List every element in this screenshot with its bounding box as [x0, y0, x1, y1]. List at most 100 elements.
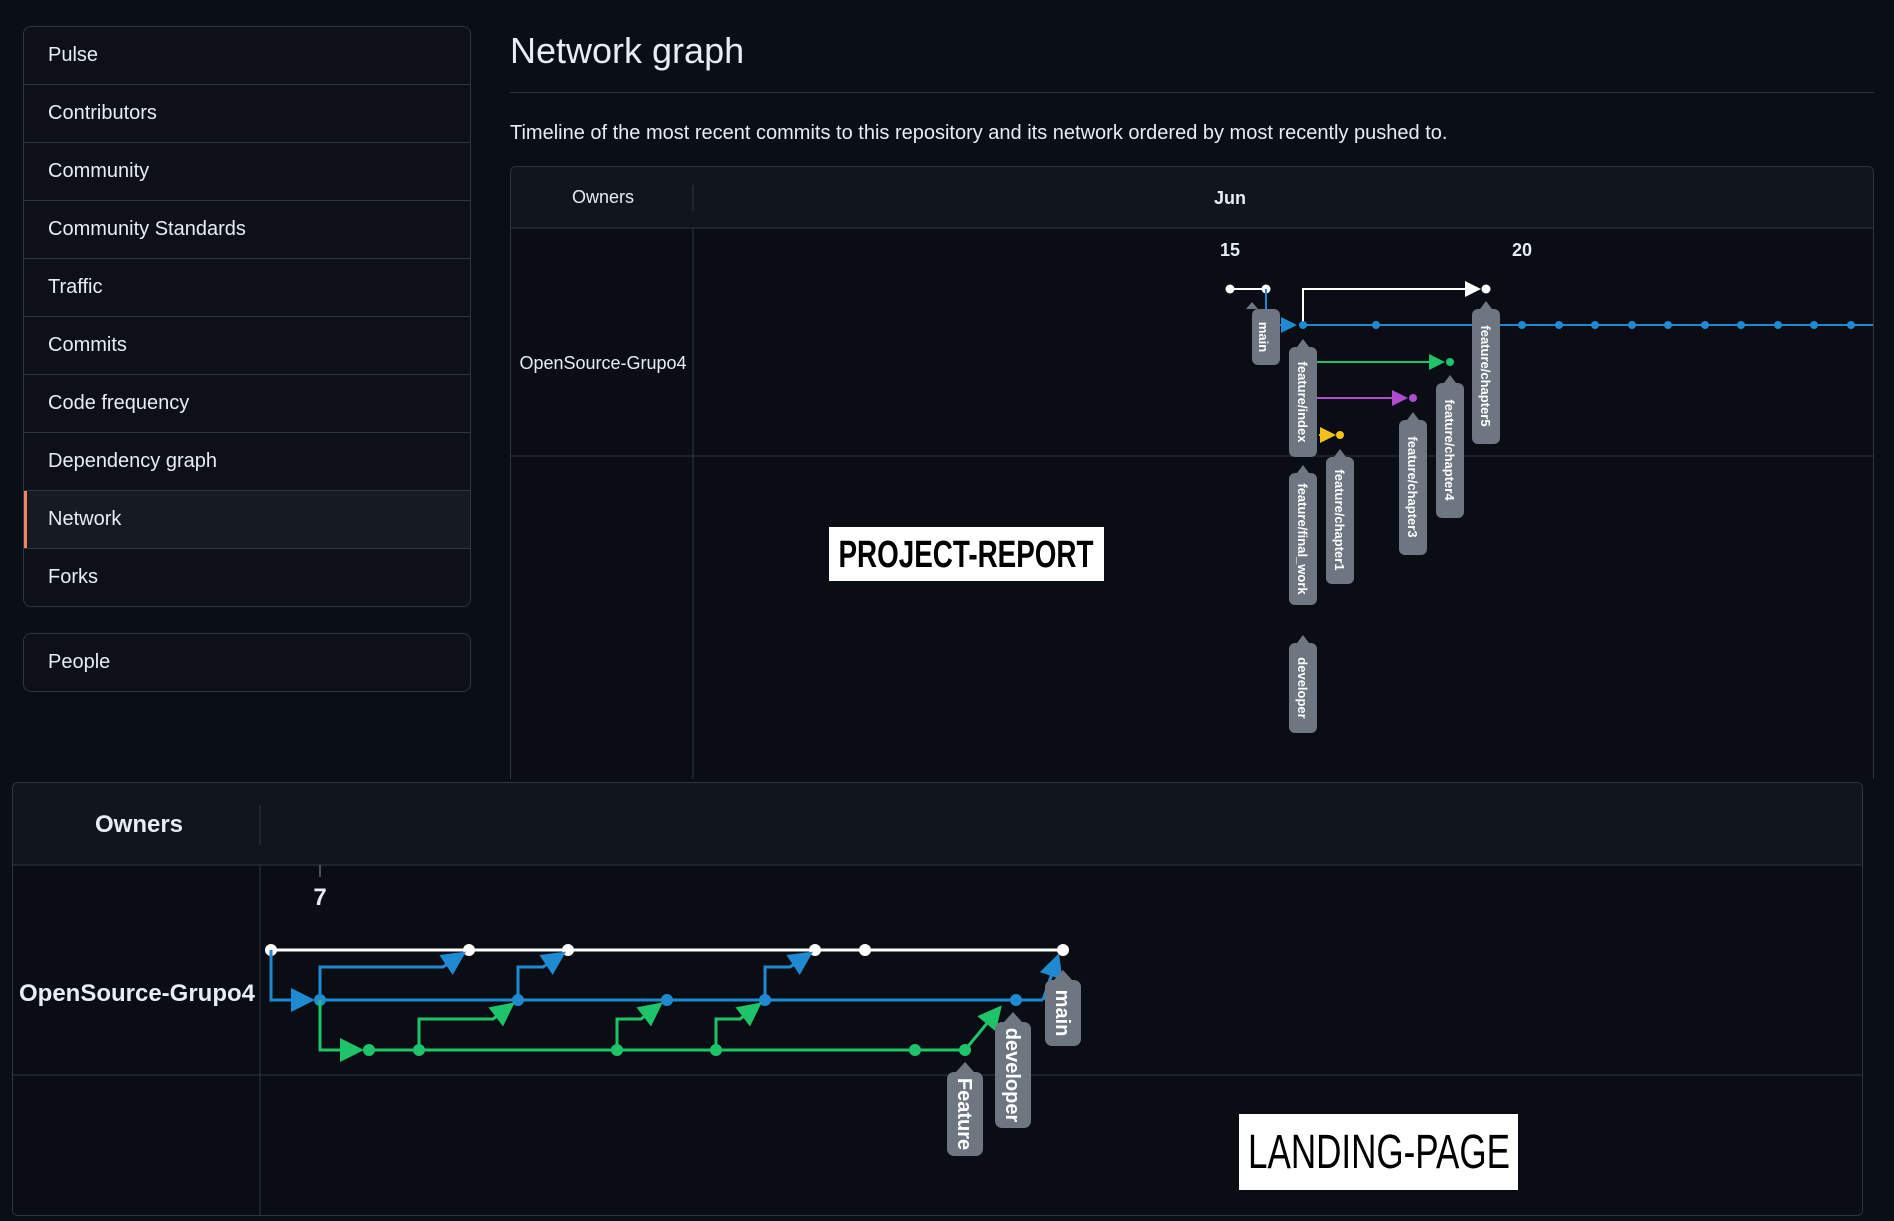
insights-sidebar: Pulse Contributors Community Community S…: [23, 26, 471, 692]
merge-arrow: [714, 1002, 762, 1050]
commit-dot[interactable]: [661, 994, 673, 1006]
green-merge-arrows: [417, 1002, 1002, 1051]
network-graph-canvas[interactable]: Owners 7 OpenSource-Grupo4 main develope…: [13, 783, 1862, 1215]
sidebar-item-people[interactable]: People: [24, 634, 470, 691]
branch-tag-main-label: main: [1051, 990, 1073, 1037]
commit-dot[interactable]: [1628, 321, 1636, 329]
sidebar-item-pulse[interactable]: Pulse: [24, 27, 470, 84]
merge-arrow: [763, 951, 813, 1000]
graph-header-band: [511, 167, 1873, 228]
commit-dot[interactable]: [1555, 321, 1563, 329]
people-menu: People: [23, 633, 471, 692]
commit-dot[interactable]: [1336, 431, 1344, 439]
blue-merge-arrows: [318, 951, 1063, 1001]
landing-page-label: LANDING-PAGE: [1239, 1114, 1518, 1190]
commit-dot[interactable]: [1701, 321, 1709, 329]
branch-tag-main[interactable]: main: [1246, 302, 1280, 365]
sidebar-item-network[interactable]: Network: [24, 490, 470, 548]
branch-tag-feature-index[interactable]: feature/index: [1289, 339, 1317, 457]
branch-tag-feature-chapter5-label: feature/chapter5: [1478, 325, 1493, 426]
commit-dot[interactable]: [512, 994, 524, 1006]
commit-dot[interactable]: [1409, 394, 1417, 402]
page-title: Network graph: [510, 30, 745, 71]
owner-name: OpenSource-Grupo4: [519, 353, 686, 373]
branch-tag-feature-chapter4-label: feature/chapter4: [1442, 399, 1457, 501]
commit-dot[interactable]: [1774, 321, 1782, 329]
network-graph-landing-page[interactable]: Owners 7 OpenSource-Grupo4 main develope…: [12, 782, 1863, 1216]
sidebar-item-dependency-graph[interactable]: Dependency graph: [24, 432, 470, 490]
insights-menu: Pulse Contributors Community Community S…: [23, 26, 471, 607]
commit-dot[interactable]: [1481, 284, 1491, 294]
commit-dot[interactable]: [1057, 944, 1069, 956]
branch-tag-feature-final-work-label: feature/final_work: [1295, 483, 1310, 595]
branch-tag-feature-chapter4[interactable]: feature/chapter4: [1436, 375, 1464, 518]
branch-arrow: [269, 950, 315, 1012]
commit-dot[interactable]: [710, 1044, 722, 1056]
commit-dot[interactable]: [562, 944, 574, 956]
commit-dot[interactable]: [809, 944, 821, 956]
branch-tag-feature-final-work[interactable]: feature/final_work: [1289, 465, 1317, 605]
sidebar-item-traffic[interactable]: Traffic: [24, 258, 470, 316]
network-graph-project-report[interactable]: Owners Jun 15 20 OpenSource-Grupo4 main …: [510, 166, 1874, 779]
branch-tag-developer[interactable]: developer: [995, 1012, 1031, 1128]
branch-tag-feature-chapter1-label: feature/chapter1: [1332, 469, 1347, 570]
merge-arrow: [417, 1002, 515, 1050]
commit-dot[interactable]: [463, 944, 475, 956]
merge-arrow: [318, 951, 466, 1000]
day-label-15: 15: [1220, 240, 1240, 260]
owner-name: OpenSource-Grupo4: [19, 980, 256, 1007]
branch-tag-developer-label: developer: [1001, 1028, 1023, 1123]
commit-dot[interactable]: [909, 1044, 921, 1056]
sidebar-item-contributors[interactable]: Contributors: [24, 84, 470, 142]
commit-dot[interactable]: [1847, 321, 1855, 329]
project-report-text: PROJECT-REPORT: [839, 534, 1094, 576]
commit-dot[interactable]: [1518, 321, 1526, 329]
day-label-7: 7: [313, 884, 326, 911]
commit-dot[interactable]: [1446, 358, 1454, 366]
commit-dot[interactable]: [1810, 321, 1818, 329]
sidebar-item-community[interactable]: Community: [24, 142, 470, 200]
sidebar-item-community-standards[interactable]: Community Standards: [24, 200, 470, 258]
commit-dot[interactable]: [859, 944, 871, 956]
sidebar-item-forks[interactable]: Forks: [24, 548, 470, 606]
branch-tag-feature-chapter3[interactable]: feature/chapter3: [1399, 412, 1427, 555]
commit-dot[interactable]: [363, 1044, 375, 1056]
commit-dot[interactable]: [1299, 321, 1307, 329]
branch-tag-developer-label: developer: [1295, 657, 1310, 718]
graph-header-band: [13, 783, 1862, 865]
commit-dot[interactable]: [1591, 321, 1599, 329]
commit-dot[interactable]: [1737, 321, 1745, 329]
project-report-label: PROJECT-REPORT: [829, 527, 1104, 581]
day-label-20: 20: [1512, 240, 1532, 260]
branch-tag-feature-chapter1[interactable]: feature/chapter1: [1326, 449, 1354, 584]
merge-arrow: [1302, 281, 1481, 325]
branch-tag-main-label: main: [1256, 322, 1271, 352]
merge-arrow: [963, 1005, 1002, 1051]
commit-dot[interactable]: [959, 1044, 971, 1056]
branch-arrow: [318, 1000, 364, 1062]
commit-dot[interactable]: [1225, 284, 1235, 294]
network-graph-canvas[interactable]: Owners Jun 15 20 OpenSource-Grupo4 main …: [511, 167, 1873, 779]
merge-arrow: [615, 1002, 663, 1050]
branch-tag-feature-chapter3-label: feature/chapter3: [1405, 436, 1420, 537]
commit-dot[interactable]: [1010, 994, 1022, 1006]
branch-tag-feature-label: Feature: [953, 1078, 975, 1150]
branch-tag-feature[interactable]: Feature: [947, 1062, 983, 1156]
sidebar-item-commits[interactable]: Commits: [24, 316, 470, 374]
month-label: Jun: [1214, 188, 1246, 208]
branch-tag-main[interactable]: main: [1045, 970, 1081, 1046]
commit-dot[interactable]: [1664, 321, 1672, 329]
commit-dot[interactable]: [1372, 321, 1380, 329]
commit-dot[interactable]: [413, 1044, 425, 1056]
page-description: Timeline of the most recent commits to t…: [510, 122, 1448, 144]
owners-header: Owners: [95, 811, 183, 838]
sidebar-item-code-frequency[interactable]: Code frequency: [24, 374, 470, 432]
branch-tag-developer[interactable]: developer: [1289, 635, 1317, 733]
commit-dot[interactable]: [759, 994, 771, 1006]
commit-dot[interactable]: [611, 1044, 623, 1056]
merge-arrow: [516, 951, 566, 1000]
landing-page-text: LANDING-PAGE: [1248, 1126, 1510, 1179]
title-divider: [510, 92, 1874, 93]
branch-tag-feature-chapter5[interactable]: feature/chapter5: [1472, 301, 1500, 444]
owners-header: Owners: [572, 187, 634, 207]
